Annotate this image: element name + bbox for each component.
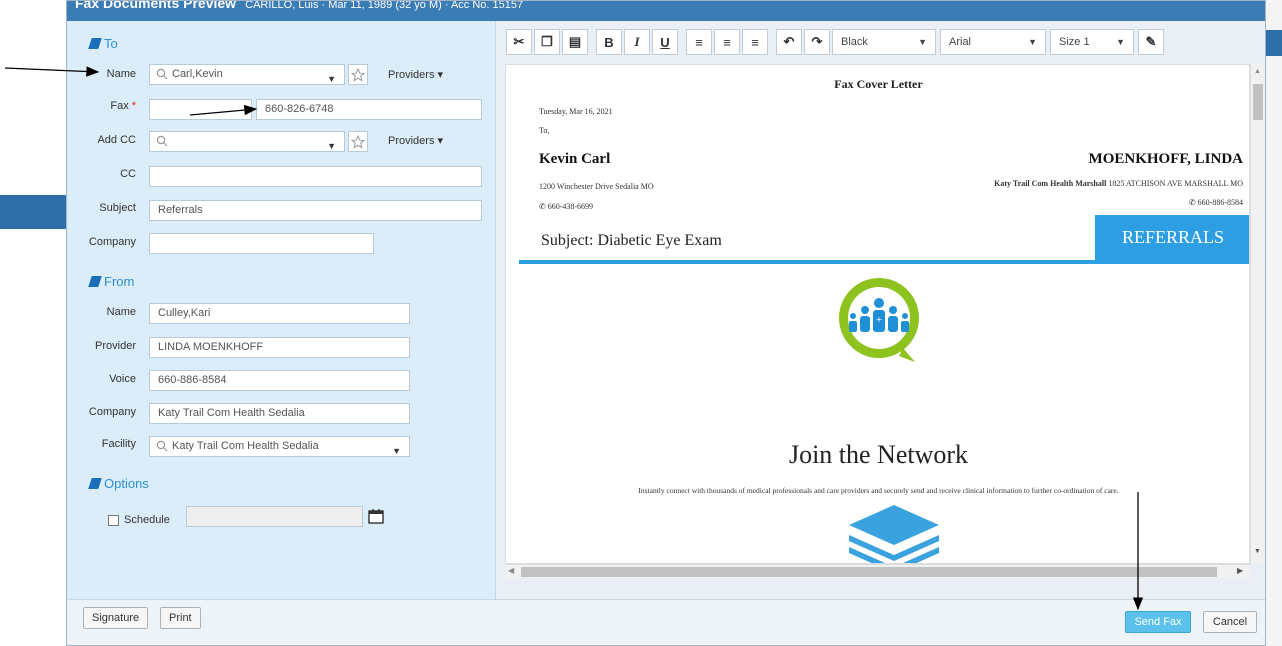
- arrow-to-fax: [189, 104, 258, 116]
- annotation-arrows: [4, 66, 1144, 611]
- arrow-to-name: [4, 66, 100, 77]
